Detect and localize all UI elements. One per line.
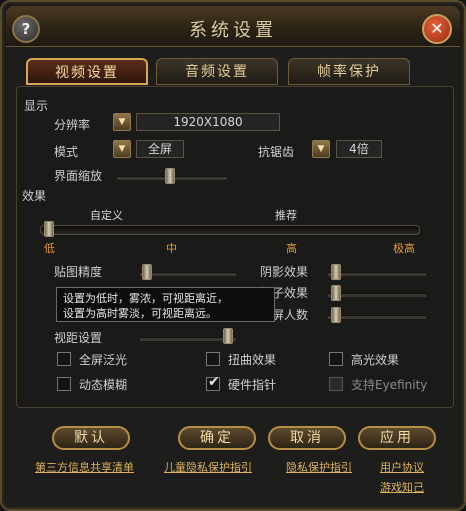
shadow-quality-slider-thumb[interactable] [331, 264, 341, 280]
checkbox-label-bloom: 全屏泛光 [79, 353, 128, 367]
preset-label-custom: 自定义 [90, 209, 123, 222]
link-user-agreement[interactable]: 用户协议 [380, 459, 424, 475]
tooltip-line: 设置为高时雾淡，可视距离远。 [63, 307, 217, 320]
title-bar[interactable]: ? 系统设置 ✕ [6, 6, 460, 47]
apply-button[interactable]: 应用 [358, 426, 436, 450]
mode-dropdown-icon[interactable]: ▼ [113, 140, 131, 158]
resolution-dropdown-icon[interactable]: ▼ [113, 113, 131, 131]
ui-scale-slider-thumb[interactable] [165, 168, 175, 184]
link-third-party-sharing[interactable]: 第三方信息共享清单 [35, 459, 134, 475]
quality-preset-slider-thumb[interactable] [44, 221, 54, 237]
checkbox-motion-blur[interactable] [57, 377, 71, 391]
antialias-dropdown-icon[interactable]: ▼ [312, 140, 330, 158]
same-screen-count-track[interactable] [328, 315, 426, 319]
tab-video[interactable]: 视频设置 [26, 58, 148, 85]
tab-frame-protect[interactable]: 帧率保护 [288, 58, 410, 85]
preset-tick-low: 低 [44, 242, 55, 255]
check-icon: ✔ [208, 374, 220, 390]
shadow-quality-track[interactable] [328, 272, 426, 276]
section-effects: 效果 [22, 189, 47, 203]
section-display: 显示 [24, 99, 49, 113]
link-privacy-policy[interactable]: 隐私保护指引 [286, 459, 352, 475]
view-distance-slider-thumb[interactable] [223, 328, 233, 344]
cancel-button[interactable]: 取消 [268, 426, 346, 450]
preset-tick-medium: 中 [166, 242, 177, 255]
window-title: 系统设置 [189, 20, 277, 41]
link-child-privacy[interactable]: 儿童隐私保护指引 [164, 459, 252, 475]
view-distance-label: 视距设置 [54, 331, 103, 345]
mode-select[interactable]: 全屏 [136, 140, 184, 158]
texture-quality-track[interactable] [140, 272, 236, 276]
checkbox-label-eyefinity: 支持Eyefinity [351, 378, 428, 392]
particle-quality-slider-thumb[interactable] [331, 285, 341, 301]
resolution-select[interactable]: 1920X1080 [136, 113, 280, 131]
resolution-label: 分辨率 [54, 118, 91, 132]
preset-tick-ultra: 极高 [393, 242, 415, 255]
default-button[interactable]: 默认 [52, 426, 130, 450]
checkbox-eyefinity[interactable] [329, 377, 343, 391]
checkbox-label-hardware-cursor: 硬件指针 [228, 378, 277, 392]
checkbox-specular[interactable] [329, 352, 343, 366]
checkbox-hardware-cursor[interactable]: ✔ [206, 374, 220, 391]
checkbox-distortion[interactable] [206, 352, 220, 366]
checkbox-bloom[interactable] [57, 352, 71, 366]
same-screen-count-slider-thumb[interactable] [331, 307, 341, 323]
quality-preset-track[interactable] [40, 225, 420, 235]
antialias-select[interactable]: 4倍 [336, 140, 382, 158]
checkbox-label-specular: 高光效果 [351, 353, 400, 367]
texture-quality-slider-thumb[interactable] [142, 264, 152, 280]
antialias-label: 抗锯齿 [258, 145, 295, 159]
preset-label-recommended: 推荐 [275, 209, 297, 222]
confirm-button[interactable]: 确定 [178, 426, 256, 450]
checkbox-label-motion-blur: 动态模糊 [79, 378, 128, 392]
texture-quality-label: 贴图精度 [54, 265, 103, 279]
settings-dialog: ? 系统设置 ✕ 视频设置 音频设置 帧率保护 显示 分辨率 ▼ 1920X10… [0, 0, 466, 511]
close-button[interactable]: ✕ [422, 14, 452, 44]
ui-scale-label: 界面缩放 [54, 169, 103, 183]
mode-label: 模式 [54, 145, 79, 159]
view-distance-track[interactable] [140, 337, 236, 341]
preset-tick-high: 高 [286, 242, 297, 255]
view-distance-tooltip: 设置为低时，雾浓，可视距离近， 设置为高时雾淡，可视距离远。 [56, 287, 275, 322]
particle-quality-track[interactable] [328, 293, 426, 297]
shadow-quality-label: 阴影效果 [260, 265, 309, 279]
tab-audio[interactable]: 音频设置 [156, 58, 278, 85]
checkbox-label-distortion: 扭曲效果 [228, 353, 277, 367]
tooltip-line: 设置为低时，雾浓，可视距离近， [63, 292, 228, 305]
link-game-friend[interactable]: 游戏知己 [380, 479, 424, 495]
